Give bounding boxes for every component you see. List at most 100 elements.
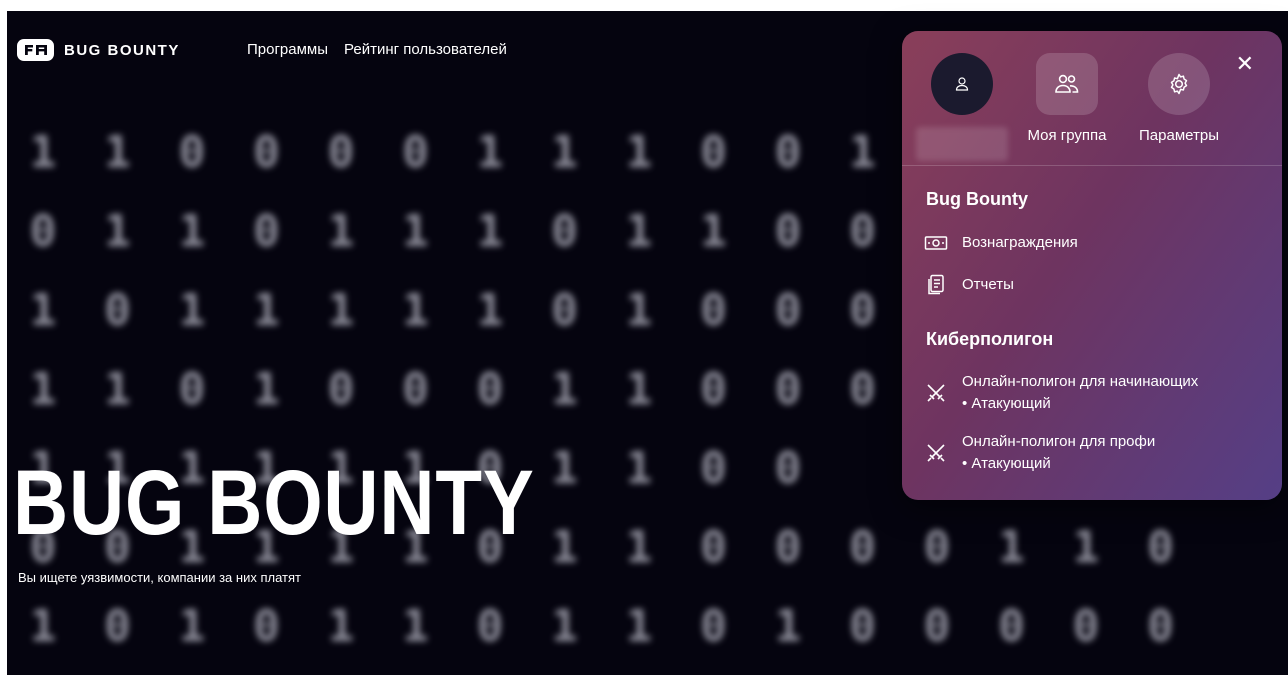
logo-text: BUG BOUNTY (64, 41, 180, 59)
binary-digit: 0 (476, 364, 504, 415)
binary-digit: 0 (1147, 522, 1174, 573)
binary-digit: 0 (774, 127, 802, 178)
binary-digit: 1 (476, 127, 504, 178)
settings-label: Параметры (1139, 127, 1219, 144)
binary-digit: 0 (849, 522, 876, 573)
quick-actions: Моя группа Параметры (902, 53, 1282, 175)
menu-item-reports[interactable]: Отчеты (924, 273, 1014, 297)
section-title-bug-bounty: Bug Bounty (926, 189, 1028, 209)
binary-digit: 1 (29, 127, 57, 178)
binary-digit: 0 (774, 206, 802, 257)
binary-digit: 0 (327, 364, 355, 415)
binary-digit: 1 (327, 601, 355, 652)
binary-digit: 0 (253, 601, 280, 652)
binary-digit: 0 (700, 364, 727, 415)
binary-digit: 0 (104, 285, 131, 336)
binary-digit: 1 (1072, 522, 1100, 573)
binary-digit: 0 (253, 206, 280, 257)
profile-button[interactable] (902, 53, 1022, 161)
binary-digit: 1 (551, 364, 578, 415)
menu-item-label: Отчеты (962, 276, 1014, 293)
binary-digit: 0 (923, 601, 951, 652)
binary-digit: 0 (774, 285, 802, 336)
binary-digit: 0 (253, 127, 280, 178)
binary-digit: 0 (476, 601, 504, 652)
binary-digit: 1 (327, 206, 355, 257)
binary-digit: 1 (998, 522, 1025, 573)
binary-digit: 1 (402, 206, 429, 257)
site-logo[interactable]: BUG BOUNTY (17, 39, 180, 61)
binary-digit: 0 (551, 285, 578, 336)
binary-digit: 0 (1072, 601, 1100, 652)
binary-digit: 0 (700, 601, 727, 652)
hero-title: BUG BOUNTY (13, 452, 535, 554)
binary-digit: 1 (253, 364, 280, 415)
menu-item-range-beginners[interactable]: Онлайн-полигон для начинающих • Атакующи… (924, 371, 1198, 415)
binary-digit: 0 (402, 127, 429, 178)
binary-digit: 0 (178, 364, 206, 415)
binary-digit: 1 (104, 127, 131, 178)
binary-digit: 0 (849, 364, 876, 415)
binary-digit: 1 (625, 285, 653, 336)
binary-digit: 1 (700, 206, 727, 257)
binary-digit: 1 (104, 206, 131, 257)
binary-digit: 1 (625, 364, 653, 415)
gear-icon (1170, 73, 1188, 95)
group-icon (1055, 74, 1079, 93)
binary-digit: 1 (625, 127, 653, 178)
binary-digit: 1 (551, 522, 578, 573)
binary-digit: 0 (178, 127, 206, 178)
user-menu-panel: ✕ Моя группа Параметры Bug Bounty Вознаг… (902, 31, 1282, 500)
binary-digit: 0 (700, 443, 727, 494)
binary-digit: 1 (29, 364, 57, 415)
binary-digit: 1 (402, 285, 429, 336)
binary-digit: 0 (327, 127, 355, 178)
menu-item-label: Онлайн-полигон для начинающих (962, 373, 1199, 390)
binary-digit: 0 (402, 364, 429, 415)
binary-digit: 0 (774, 443, 802, 494)
binary-digit: 0 (849, 601, 876, 652)
avatar (931, 53, 993, 115)
binary-digit: 1 (551, 601, 578, 652)
menu-item-sub: • Атакующий (962, 455, 1051, 472)
settings-button[interactable]: Параметры (1119, 53, 1239, 144)
money-icon (924, 236, 948, 250)
binary-digit: 1 (178, 601, 206, 652)
binary-digit: 1 (402, 601, 429, 652)
binary-digit: 0 (998, 601, 1025, 652)
binary-digit: 0 (849, 285, 876, 336)
binary-digit: 1 (849, 127, 876, 178)
binary-digit: 0 (551, 206, 578, 257)
binary-digit: 1 (327, 285, 355, 336)
binary-digit: 0 (774, 522, 802, 573)
nav-link-user-rating[interactable]: Рейтинг пользователей (344, 41, 507, 58)
binary-digit: 1 (29, 285, 57, 336)
binary-digit: 1 (178, 206, 206, 257)
binary-digit: 0 (29, 206, 57, 257)
divider (902, 165, 1282, 166)
swords-icon (927, 384, 945, 402)
binary-digit: 0 (774, 364, 802, 415)
binary-digit: 1 (625, 522, 653, 573)
binary-digit: 0 (923, 522, 951, 573)
menu-item-range-pro[interactable]: Онлайн-полигон для профи • Атакующий (924, 431, 1155, 475)
report-icon (928, 274, 944, 295)
swords-icon (927, 444, 945, 462)
nav-link-programs[interactable]: Программы (247, 41, 328, 58)
binary-digit: 0 (700, 127, 727, 178)
username-blurred (916, 127, 1008, 161)
binary-digit: 1 (104, 364, 131, 415)
binary-digit: 0 (104, 601, 131, 652)
binary-digit: 1 (178, 285, 206, 336)
my-group-button[interactable]: Моя группа (1007, 53, 1127, 144)
menu-item-rewards[interactable]: Вознаграждения (924, 231, 1078, 255)
user-icon (955, 77, 969, 91)
my-group-label: Моя группа (1027, 127, 1107, 144)
binary-digit: 1 (29, 601, 57, 652)
menu-item-label: Вознаграждения (962, 234, 1078, 251)
binary-digit: 0 (849, 206, 876, 257)
binary-digit: 0 (1147, 601, 1174, 652)
main-nav: Программы Рейтинг пользователей (247, 41, 507, 58)
binary-digit: 1 (476, 206, 504, 257)
binary-digit: 1 (625, 601, 653, 652)
